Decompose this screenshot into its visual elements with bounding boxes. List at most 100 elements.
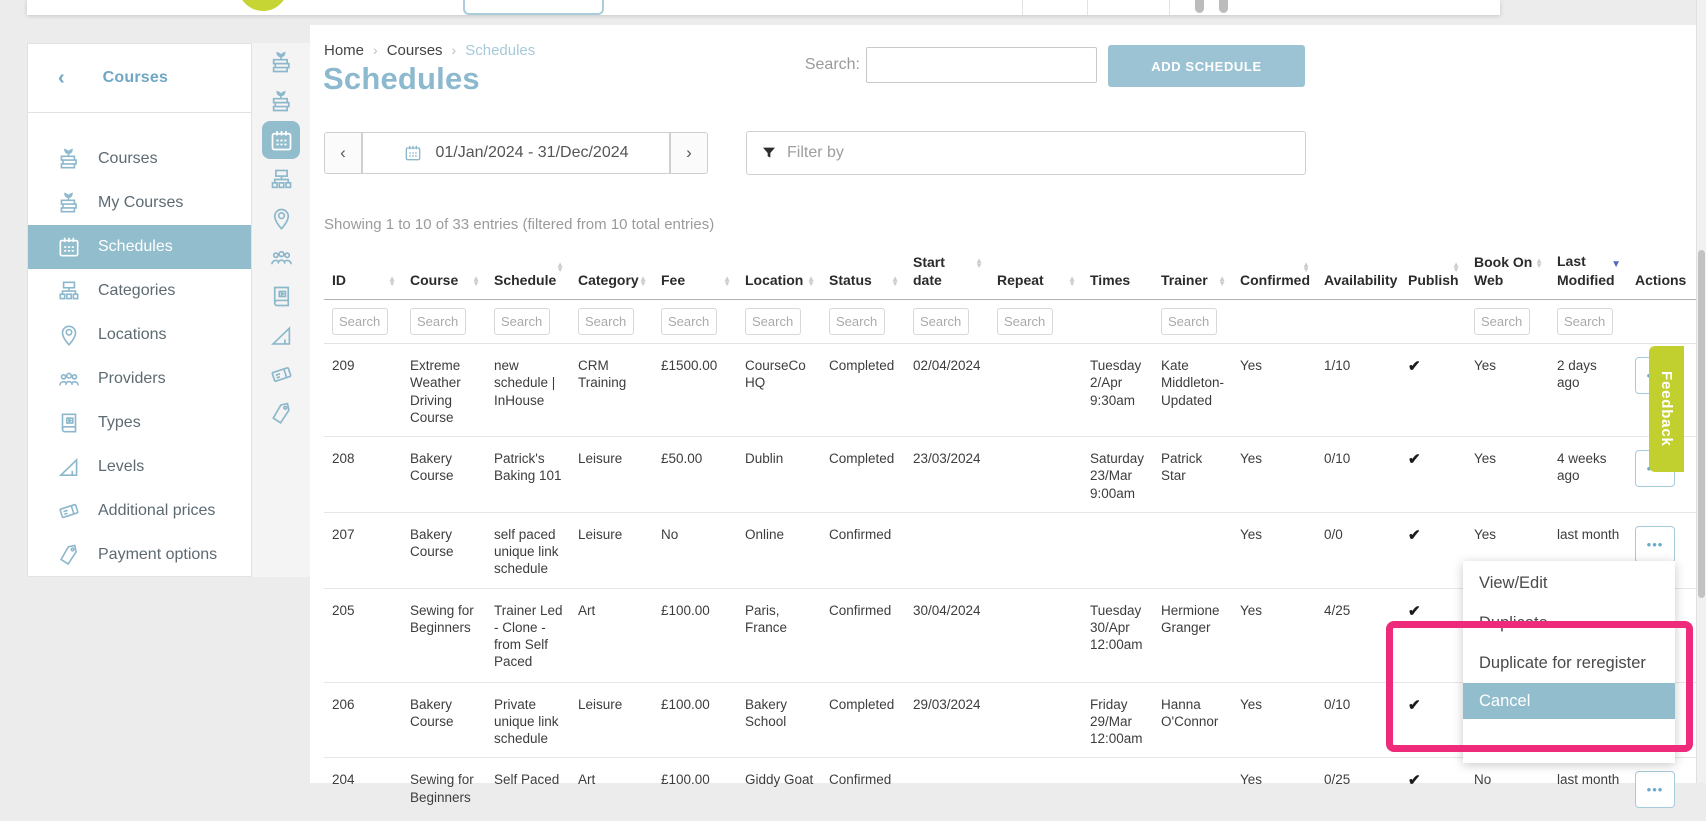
- header-divider: [1022, 0, 1023, 15]
- column-header-book-on-web[interactable]: ▲▼Book On Web: [1466, 247, 1549, 300]
- calendar-icon: [56, 234, 82, 260]
- column-header-last-modified[interactable]: ▼Last Modified: [1549, 247, 1627, 300]
- sidebar-item-types[interactable]: Types: [28, 401, 251, 445]
- cell-course: Bakery Course: [402, 512, 486, 588]
- prev-period-button[interactable]: ‹: [324, 132, 362, 174]
- column-search-fee[interactable]: [661, 308, 717, 335]
- column-search-trainer[interactable]: [1161, 308, 1217, 335]
- column-label: Status: [829, 272, 872, 288]
- sidebar-item-courses[interactable]: Courses: [28, 137, 251, 181]
- cell-schedule: Trainer Led - Clone - from Self Paced: [486, 588, 570, 682]
- menu-item-duplicate-for-reregister[interactable]: Duplicate for reregister: [1463, 643, 1675, 683]
- column-search-repeat[interactable]: [997, 308, 1053, 335]
- filter-funnel-icon: [761, 145, 777, 161]
- next-period-button[interactable]: ›: [670, 132, 708, 174]
- menu-item-duplicate[interactable]: Duplicate: [1463, 603, 1675, 643]
- sidebar-item-additional-prices[interactable]: Additional prices: [28, 489, 251, 533]
- column-label: Availability: [1324, 272, 1397, 288]
- column-header-schedule[interactable]: ▲▼Schedule: [486, 247, 570, 300]
- rail-item-providers[interactable]: [252, 238, 310, 277]
- cell-id: 205: [324, 588, 402, 682]
- header-button[interactable]: [463, 0, 604, 15]
- filter-input[interactable]: Filter by: [746, 131, 1306, 175]
- cell-location: CourseCo HQ: [737, 344, 821, 437]
- column-header-id[interactable]: ▲▼ID: [324, 247, 402, 300]
- user-icon[interactable]: [1219, 0, 1228, 13]
- tag-icon: [56, 542, 82, 568]
- vertical-scrollbar[interactable]: [1696, 0, 1706, 783]
- sidebar-item-payment-options[interactable]: Payment options: [28, 533, 251, 577]
- column-search-last-modified[interactable]: [1557, 308, 1613, 335]
- add-schedule-button[interactable]: ADD SCHEDULE: [1108, 45, 1305, 87]
- cell-schedule: Private unique link schedule: [486, 682, 570, 758]
- column-search-course[interactable]: [410, 308, 466, 335]
- sidebar-item-label: Schedules: [98, 238, 173, 256]
- rail-item-my-courses[interactable]: [252, 82, 310, 121]
- cell-repeat: [989, 344, 1082, 437]
- column-header-publish[interactable]: ▲▼Publish: [1400, 247, 1466, 300]
- row-actions-button-open[interactable]: •••: [1635, 526, 1675, 563]
- cell-status: Confirmed: [821, 512, 905, 588]
- user-icon[interactable]: [1195, 0, 1204, 13]
- cell-status: Completed: [821, 344, 905, 437]
- courses-icon: [268, 88, 295, 115]
- ticket-icon: [268, 361, 295, 388]
- column-header-category[interactable]: ▲▼Category: [570, 247, 653, 300]
- column-header-repeat[interactable]: ▲▼Repeat: [989, 247, 1082, 300]
- cell-publish: ✔: [1400, 437, 1466, 513]
- rail-item-categories[interactable]: [252, 160, 310, 199]
- column-label: Course: [410, 272, 458, 288]
- cell-id: 208: [324, 437, 402, 513]
- column-label: Schedule: [494, 272, 556, 288]
- row-actions-button[interactable]: •••: [1635, 771, 1675, 808]
- column-search-id[interactable]: [332, 308, 388, 335]
- cell-confirmed: Yes: [1232, 344, 1316, 437]
- rail-item-schedules[interactable]: [252, 121, 310, 160]
- rail-item-additional-prices[interactable]: [252, 355, 310, 394]
- date-range-picker[interactable]: 01/Jan/2024 - 31/Dec/2024: [362, 132, 670, 174]
- sidebar-back[interactable]: ‹ Courses: [28, 44, 251, 113]
- column-search-book-on-web[interactable]: [1474, 308, 1530, 335]
- menu-item-cancel[interactable]: Cancel: [1463, 683, 1675, 719]
- cell-trainer: Hanna O'Connor: [1153, 682, 1232, 758]
- column-search-schedule[interactable]: [494, 308, 550, 335]
- rail-item-courses[interactable]: [252, 43, 310, 82]
- cell-fee: No: [653, 512, 737, 588]
- cell-times: [1082, 758, 1153, 821]
- rail-item-locations[interactable]: [252, 199, 310, 238]
- breadcrumb-item[interactable]: Home: [324, 42, 364, 59]
- scrollbar-thumb[interactable]: [1698, 250, 1705, 598]
- column-header-location[interactable]: ▲▼Location: [737, 247, 821, 300]
- cell-trainer: [1153, 758, 1232, 821]
- column-search-location[interactable]: [745, 308, 801, 335]
- breadcrumb-item[interactable]: Courses: [387, 42, 443, 59]
- cell-course: Sewing for Beginners: [402, 758, 486, 821]
- rail-item-types[interactable]: [252, 277, 310, 316]
- column-header-confirmed[interactable]: ▲▼Confirmed: [1232, 247, 1316, 300]
- global-search-input[interactable]: [866, 47, 1097, 83]
- sidebar-item-categories[interactable]: Categories: [28, 269, 251, 313]
- cell-id: 204: [324, 758, 402, 821]
- rail-item-levels[interactable]: [252, 316, 310, 355]
- column-search-status[interactable]: [829, 308, 885, 335]
- sidebar-item-schedules[interactable]: Schedules: [28, 225, 251, 269]
- column-header-trainer[interactable]: ▲▼Trainer: [1153, 247, 1232, 300]
- feedback-label: Feedback: [1658, 371, 1675, 447]
- cell-times: Friday 29/Mar 12:00am: [1082, 682, 1153, 758]
- column-header-start-date[interactable]: ▲▼Start date: [905, 247, 989, 300]
- column-label: Trainer: [1161, 272, 1208, 288]
- sidebar-item-my-courses[interactable]: My Courses: [28, 181, 251, 225]
- sidebar-item-levels[interactable]: Levels: [28, 445, 251, 489]
- sidebar-item-providers[interactable]: Providers: [28, 357, 251, 401]
- column-header-fee[interactable]: ▲▼Fee: [653, 247, 737, 300]
- sidebar-item-locations[interactable]: Locations: [28, 313, 251, 357]
- column-header-status[interactable]: ▲▼Status: [821, 247, 905, 300]
- rail-item-payment-options[interactable]: [252, 394, 310, 433]
- column-search-category[interactable]: [578, 308, 634, 335]
- sort-icon: ▲▼: [1535, 258, 1543, 268]
- feedback-tab[interactable]: Feedback: [1649, 346, 1684, 472]
- cell-id: 207: [324, 512, 402, 588]
- menu-item-view-edit[interactable]: View/Edit: [1463, 563, 1675, 603]
- column-header-course[interactable]: ▲▼Course: [402, 247, 486, 300]
- column-search-start-date[interactable]: [913, 308, 969, 335]
